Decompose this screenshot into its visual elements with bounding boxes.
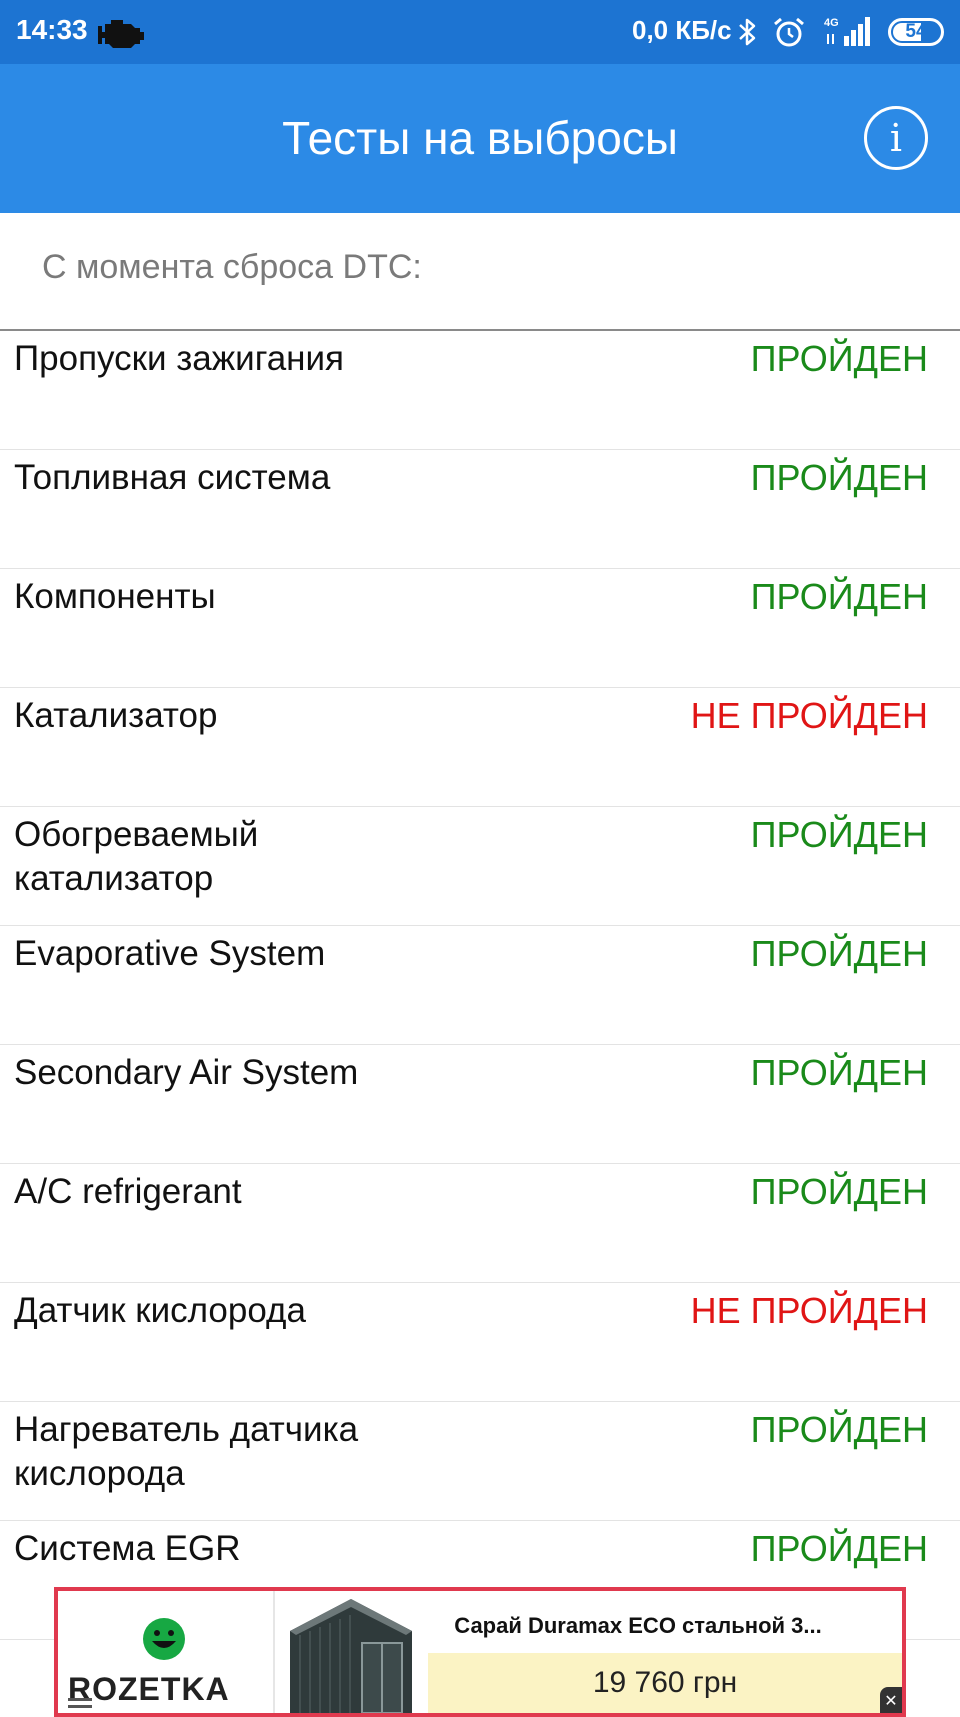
test-status: ПРОЙДЕН: [750, 1052, 928, 1093]
test-row: Датчик кислорода НЕ ПРОЙДЕН: [0, 1283, 960, 1402]
status-bar: 14:33 0,0 КБ/с 4G 54: [0, 0, 960, 64]
status-time: 14:33: [16, 14, 88, 45]
bluetooth-icon: [739, 18, 756, 46]
info-button[interactable]: i: [864, 106, 928, 170]
test-name: Нагреватель датчика кислорода: [14, 1410, 359, 1493]
ad-logo-area[interactable]: ROZETKA: [58, 1591, 275, 1713]
test-name: Обогреваемый катализатор: [14, 815, 259, 898]
test-status: ПРОЙДЕН: [750, 933, 928, 974]
test-row: Evaporative System ПРОЙДЕН: [0, 926, 960, 1045]
battery-icon: 54: [888, 18, 944, 46]
menu-icon[interactable]: [68, 1697, 92, 1711]
ad-product-image[interactable]: [276, 1591, 426, 1713]
app-bar: Тесты на выбросы i: [0, 64, 960, 213]
smiley-icon: [143, 1618, 185, 1660]
test-status: ПРОЙДЕН: [750, 1409, 928, 1450]
test-list: Пропуски зажигания ПРОЙДЕН Топливная систе…: [0, 331, 960, 1640]
engine-icon: [98, 20, 144, 48]
page-title: Тесты на выбросы: [282, 112, 678, 164]
test-row: Катализатор НЕ ПРОЙДЕН: [0, 688, 960, 807]
test-name: Пропуски зажигания: [14, 339, 345, 378]
test-name: Топливная система: [14, 458, 331, 497]
test-row: Компоненты ПРОЙДЕН: [0, 569, 960, 688]
test-name: Компоненты: [14, 577, 216, 616]
test-name: Evaporative System: [14, 934, 326, 973]
signal-icon: 4G: [824, 17, 870, 46]
ad-product-title[interactable]: Сарай Duramax ECO стальной 3...: [428, 1613, 848, 1639]
network-type-label: 4G: [824, 17, 839, 29]
test-status: НЕ ПРОЙДЕН: [690, 695, 928, 736]
network-speed: 0,0 КБ/с: [632, 15, 732, 45]
test-status: НЕ ПРОЙДЕН: [690, 1290, 928, 1331]
ad-brand-logo: ROZETKA: [68, 1671, 230, 1707]
ad-price-box[interactable]: 19 760 грн: [428, 1653, 902, 1713]
test-status: ПРОЙДЕН: [750, 457, 928, 498]
test-status: ПРОЙДЕН: [750, 576, 928, 617]
test-name: Secondary Air System: [14, 1053, 359, 1092]
battery-level: 54: [905, 21, 927, 42]
ad-price: 19 760 грн: [592, 1666, 738, 1699]
test-status: ПРОЙДЕН: [750, 814, 928, 855]
test-row: Пропуски зажигания ПРОЙДЕН: [0, 331, 960, 450]
test-status: ПРОЙДЕН: [750, 1171, 928, 1212]
ad-banner[interactable]: ROZETKA Сарай Duramax ECO стальной 3... …: [54, 1587, 906, 1717]
test-row: Обогреваемый катализатор ПРОЙДЕН: [0, 807, 960, 926]
ad-close-button[interactable]: ✕: [880, 1687, 902, 1713]
test-name: A/C refrigerant: [14, 1172, 242, 1211]
test-name: Система EGR: [14, 1529, 241, 1568]
test-row: Топливная система ПРОЙДЕН: [0, 450, 960, 569]
test-name: Датчик кислорода: [14, 1291, 306, 1330]
test-row: Secondary Air System ПРОЙДЕН: [0, 1045, 960, 1164]
test-status: ПРОЙДЕН: [750, 1528, 928, 1569]
test-row: Нагреватель датчика кислорода ПРОЙДЕН: [0, 1402, 960, 1521]
section-header: С момента сброса DTC:: [42, 248, 422, 286]
test-name: Катализатор: [14, 696, 218, 735]
test-status: ПРОЙДЕН: [750, 338, 928, 379]
alarm-icon: [774, 17, 804, 47]
test-row: A/C refrigerant ПРОЙДЕН: [0, 1164, 960, 1283]
